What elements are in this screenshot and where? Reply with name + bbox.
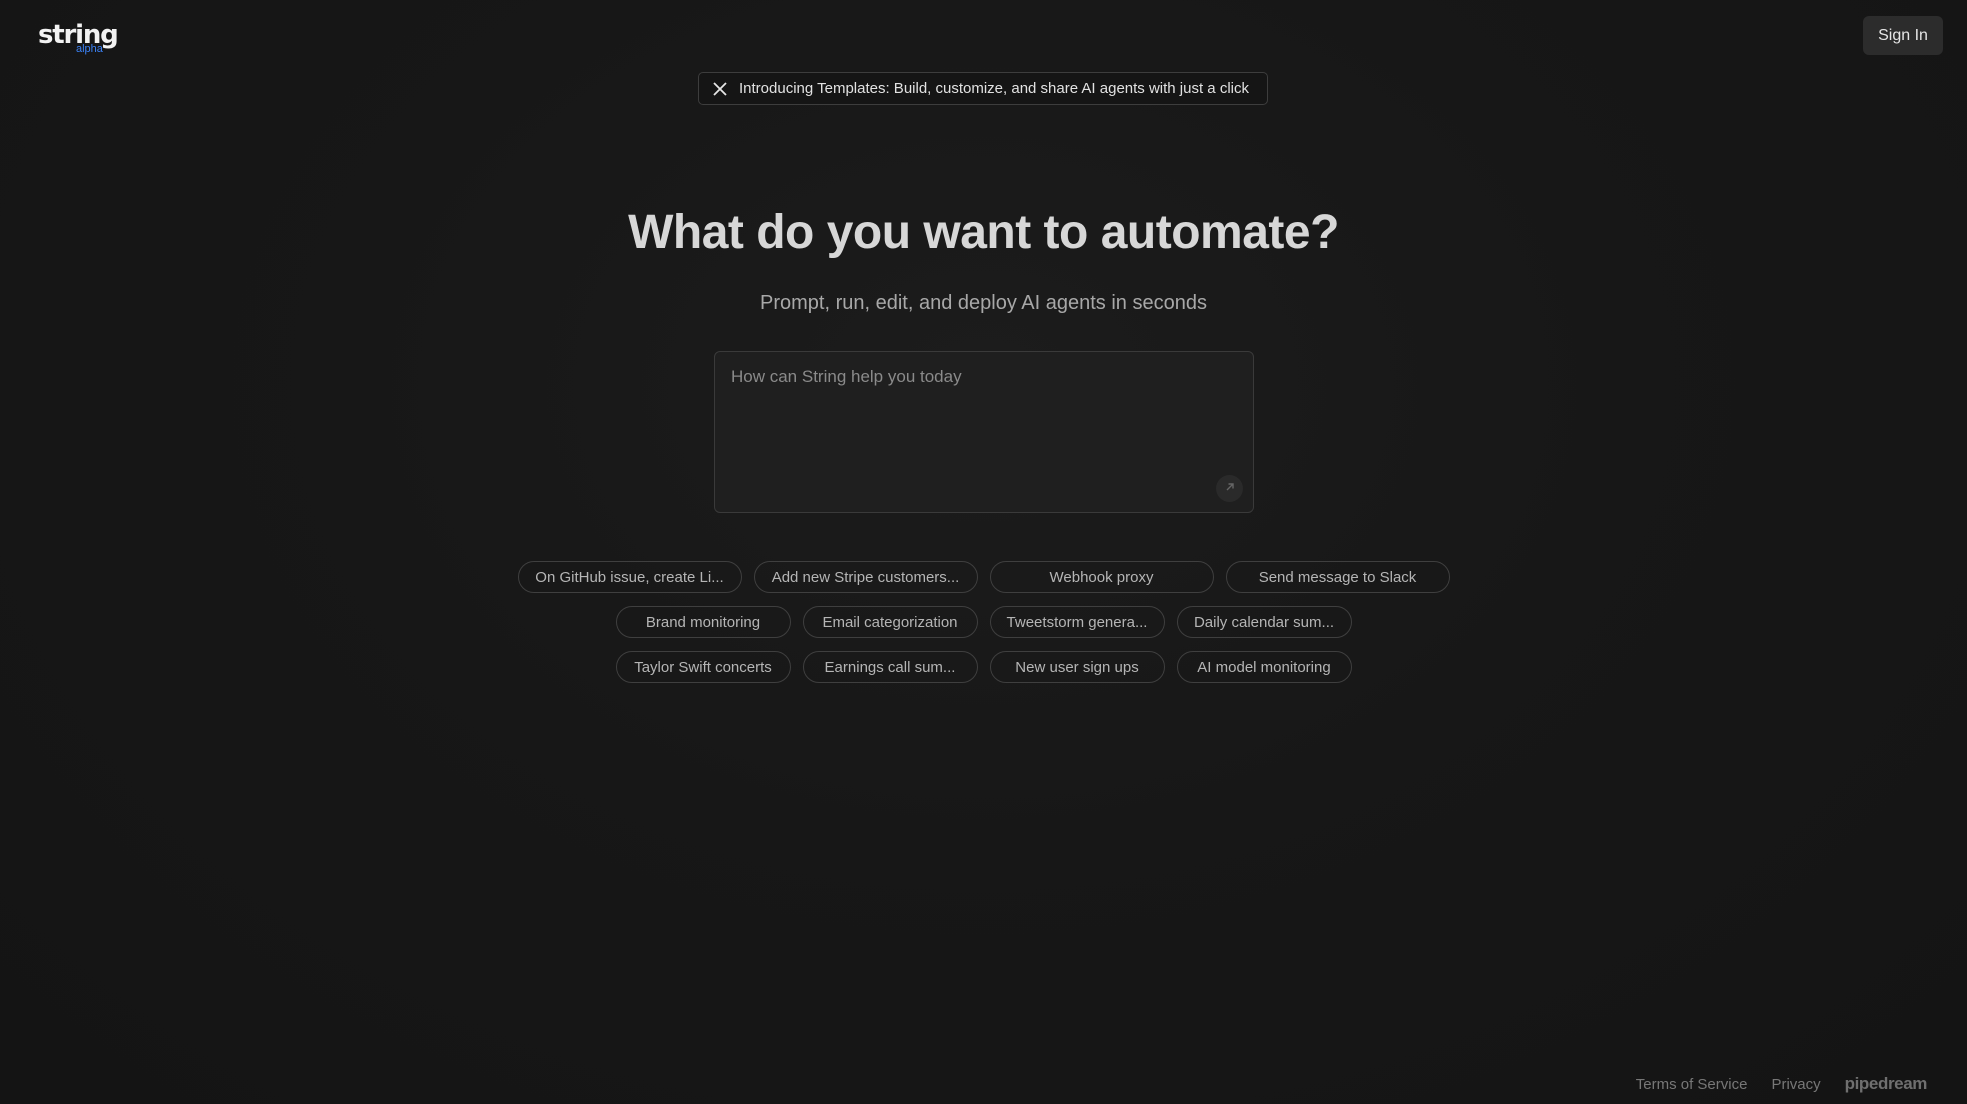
suggestion-chip[interactable]: Daily calendar sum...: [1176, 606, 1352, 638]
suggestion-chip[interactable]: Brand monitoring: [615, 606, 791, 638]
suggestion-chip[interactable]: Tweetstorm genera...: [989, 606, 1165, 638]
page-title: What do you want to automate?: [628, 206, 1339, 259]
suggestion-chip[interactable]: Email categorization: [802, 606, 978, 638]
prompt-input[interactable]: [715, 352, 1253, 512]
privacy-link[interactable]: Privacy: [1771, 1076, 1820, 1093]
x-logo-icon: [713, 81, 727, 96]
submit-button[interactable]: [1216, 475, 1243, 502]
announcement-banner[interactable]: Introducing Templates: Build, customize,…: [698, 72, 1268, 105]
suggestion-chip[interactable]: AI model monitoring: [1176, 651, 1352, 683]
suggestion-chip[interactable]: Webhook proxy: [989, 561, 1214, 593]
suggestion-chip[interactable]: New user sign ups: [989, 651, 1165, 683]
page-subtitle: Prompt, run, edit, and deploy AI agents …: [760, 292, 1207, 314]
suggestion-chip[interactable]: On GitHub issue, create Li...: [517, 561, 742, 593]
logo-alpha-badge: alpha: [76, 43, 103, 55]
suggestion-chip[interactable]: Taylor Swift concerts: [615, 651, 791, 683]
page: string alpha Sign In Introducing Templat…: [0, 0, 1967, 1104]
terms-of-service-link[interactable]: Terms of Service: [1636, 1076, 1748, 1093]
suggestions-row-3: Taylor Swift concerts Earnings call sum.…: [0, 651, 1967, 683]
sign-in-button[interactable]: Sign In: [1863, 16, 1943, 55]
prompt-container: [714, 351, 1254, 513]
string-logo[interactable]: string alpha: [38, 20, 128, 60]
suggestion-chip[interactable]: Earnings call sum...: [802, 651, 978, 683]
suggestions-row-2: Brand monitoring Email categorization Tw…: [0, 606, 1967, 638]
footer: Terms of Service Privacy pipedream: [1636, 1074, 1928, 1094]
suggestion-chip[interactable]: Add new Stripe customers...: [753, 561, 978, 593]
suggestions-row-1: On GitHub issue, create Li... Add new St…: [0, 561, 1967, 593]
suggestion-chip[interactable]: Send message to Slack: [1225, 561, 1450, 593]
pipedream-logo[interactable]: pipedream: [1845, 1074, 1928, 1094]
arrow-up-right-icon: [1224, 480, 1236, 498]
announcement-text: Introducing Templates: Build, customize,…: [739, 80, 1249, 97]
